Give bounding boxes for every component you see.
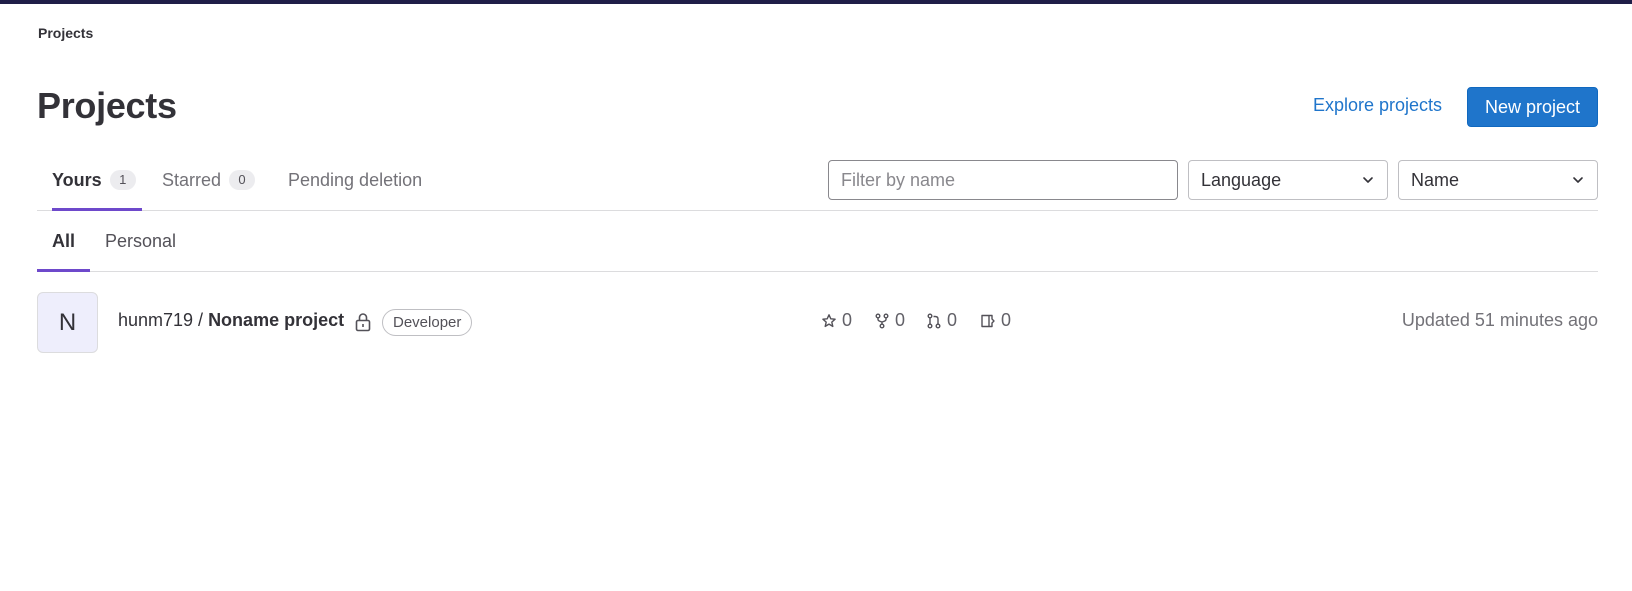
chevron-down-icon bbox=[1361, 173, 1375, 187]
lock-icon bbox=[354, 312, 372, 332]
new-project-button[interactable]: New project bbox=[1467, 87, 1598, 127]
tab-starred-label: Starred bbox=[162, 169, 222, 190]
project-link[interactable]: hunm719 / Noname project bbox=[118, 310, 344, 331]
merge-requests-count[interactable]: 0 bbox=[926, 310, 957, 331]
tab-starred-count: 0 bbox=[229, 170, 256, 190]
page-title: Projects bbox=[37, 85, 177, 126]
explore-projects-link[interactable]: Explore projects bbox=[1313, 95, 1442, 116]
top-bar bbox=[0, 0, 1632, 4]
subtab-all-label: All bbox=[52, 230, 76, 251]
merge-requests-value: 0 bbox=[947, 310, 958, 330]
star-icon bbox=[822, 313, 836, 327]
project-row: N hunm719 / Noname project Developer 0 0 bbox=[37, 292, 1598, 354]
project-name: Noname project bbox=[208, 310, 345, 330]
updated-timestamp: Updated 51 minutes ago bbox=[1401, 310, 1598, 330]
merge-request-icon bbox=[927, 313, 941, 328]
issues-icon bbox=[981, 314, 995, 327]
language-dropdown-value: Language bbox=[1201, 169, 1282, 190]
sort-dropdown-value: Name bbox=[1411, 169, 1460, 190]
subtab-all[interactable]: All bbox=[37, 211, 91, 272]
role-badge: Developer bbox=[382, 309, 473, 336]
issues-count[interactable]: 0 bbox=[980, 310, 1011, 331]
forks-count[interactable]: 0 bbox=[874, 310, 905, 331]
stars-count[interactable]: 0 bbox=[821, 310, 852, 331]
tab-yours-count: 1 bbox=[109, 170, 136, 190]
breadcrumb[interactable]: Projects bbox=[38, 25, 93, 41]
sort-dropdown[interactable]: Name bbox=[1398, 160, 1598, 200]
forks-value: 0 bbox=[895, 310, 906, 330]
project-subtabs: All Personal bbox=[37, 211, 1598, 272]
tab-pending-deletion[interactable]: Pending deletion bbox=[288, 150, 422, 210]
subtab-personal-label: Personal bbox=[105, 230, 177, 251]
filter-by-name-input[interactable] bbox=[828, 160, 1178, 200]
tab-pending-deletion-label: Pending deletion bbox=[288, 169, 423, 190]
chevron-down-icon bbox=[1571, 173, 1585, 187]
subtab-personal[interactable]: Personal bbox=[105, 211, 176, 271]
tab-starred[interactable]: Starred 0 bbox=[162, 150, 256, 210]
tab-yours[interactable]: Yours 1 bbox=[52, 150, 142, 211]
fork-icon bbox=[875, 313, 889, 328]
project-namespace: hunm719 / bbox=[118, 310, 209, 330]
stars-value: 0 bbox=[842, 310, 853, 330]
language-dropdown[interactable]: Language bbox=[1188, 160, 1388, 200]
issues-value: 0 bbox=[1001, 310, 1012, 330]
project-avatar[interactable]: N bbox=[37, 292, 98, 353]
tab-yours-label: Yours bbox=[52, 169, 102, 190]
